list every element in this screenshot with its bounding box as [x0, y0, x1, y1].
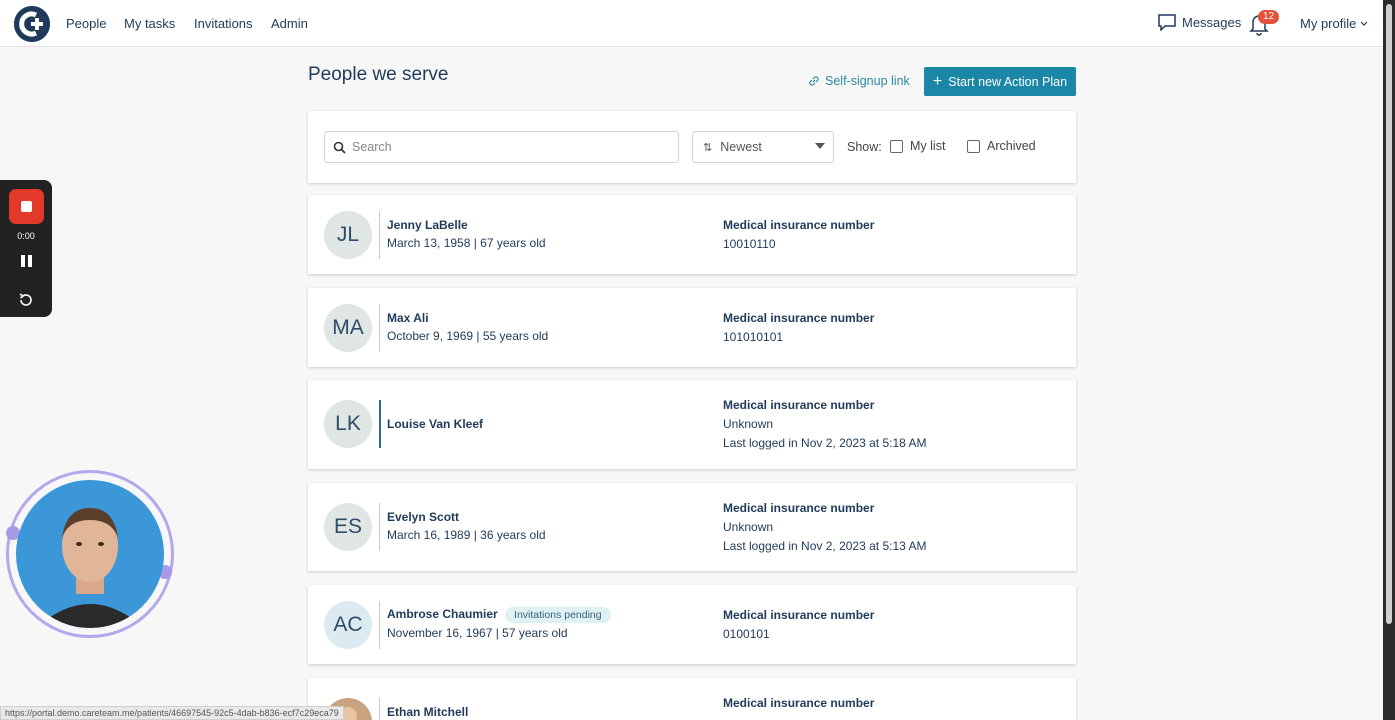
- filter-bar: ⇅ Newest Show: My list Archived: [308, 111, 1076, 183]
- patient-card[interactable]: ES Evelyn Scott March 16, 1989 | 36 year…: [308, 483, 1076, 571]
- patient-card[interactable]: JL Jenny LaBelle March 13, 1958 | 67 yea…: [308, 195, 1076, 274]
- archived-checkbox[interactable]: Archived: [967, 139, 1036, 153]
- my-list-label: My list: [910, 139, 946, 153]
- caret-down-icon: [815, 143, 825, 149]
- start-action-plan-label: Start new Action Plan: [948, 74, 1068, 89]
- recording-timer: 0:00: [17, 231, 35, 241]
- patient-name[interactable]: Jenny LaBelle: [387, 218, 468, 232]
- notification-badge: 12: [1258, 10, 1280, 24]
- insurance-label: Medical insurance number: [723, 501, 875, 515]
- patient-dob: March 13, 1958 | 67 years old: [387, 236, 546, 250]
- link-icon: [809, 76, 819, 86]
- patient-name[interactable]: Max Ali: [387, 311, 429, 325]
- stop-recording-button[interactable]: [9, 189, 44, 224]
- webcam-video[interactable]: [16, 480, 164, 628]
- scrollbar-thumb[interactable]: [1386, 4, 1392, 624]
- patient-dob: October 9, 1969 | 55 years old: [387, 329, 549, 343]
- insurance-value: 10010110: [723, 237, 776, 251]
- nav-my-tasks[interactable]: My tasks: [124, 16, 175, 31]
- patient-dob: November 16, 1967 | 57 years old: [387, 626, 568, 640]
- profile-label: My profile: [1300, 16, 1357, 31]
- divider: [379, 211, 380, 259]
- patient-card[interactable]: MA Max Ali October 9, 1969 | 55 years ol…: [308, 288, 1076, 367]
- checkbox-box[interactable]: [890, 139, 903, 153]
- insurance-value: Unknown: [723, 417, 774, 431]
- search-box[interactable]: [324, 131, 679, 163]
- insurance-label: Medical insurance number: [723, 398, 875, 412]
- pause-icon[interactable]: [21, 255, 32, 267]
- chat-bubble-icon: [1158, 14, 1176, 31]
- screen-recorder-widget: 0:00: [0, 180, 52, 317]
- restart-icon[interactable]: [18, 292, 34, 308]
- self-signup-link[interactable]: Self-signup link: [808, 74, 910, 88]
- avatar: JL: [324, 211, 372, 259]
- nav-people[interactable]: People: [66, 16, 106, 31]
- plus-icon: +: [932, 72, 943, 90]
- last-login: Last logged in Nov 2, 2023 at 5:13 AM: [723, 539, 927, 553]
- divider: [379, 503, 380, 551]
- divider: [379, 304, 380, 352]
- insurance-label: Medical insurance number: [723, 311, 875, 325]
- browser-status-url: https://portal.demo.careteam.me/patients…: [0, 706, 344, 720]
- insurance-label: Medical insurance number: [723, 608, 875, 622]
- patient-name[interactable]: Ethan Mitchell: [387, 705, 468, 719]
- nav-invitations[interactable]: Invitations: [194, 16, 253, 31]
- avatar: MA: [324, 304, 372, 352]
- patient-dob: March 16, 1989 | 36 years old: [387, 528, 546, 542]
- search-input[interactable]: [352, 140, 652, 154]
- divider: [379, 698, 380, 720]
- avatar: LK: [324, 400, 372, 448]
- sort-dropdown[interactable]: ⇅ Newest: [692, 131, 834, 163]
- archived-label: Archived: [987, 139, 1036, 153]
- start-action-plan-button[interactable]: + Start new Action Plan: [924, 67, 1076, 96]
- patient-card[interactable]: LK Louise Van Kleef Medical insurance nu…: [308, 380, 1076, 469]
- insurance-value: 0100101: [723, 627, 770, 641]
- page-title: People we serve: [308, 64, 449, 85]
- show-label: Show:: [847, 140, 882, 154]
- sort-value: Newest: [720, 140, 762, 154]
- patient-name[interactable]: Evelyn Scott: [387, 510, 459, 524]
- chevron-down-icon: [1360, 21, 1368, 26]
- nav-admin[interactable]: Admin: [271, 16, 308, 31]
- divider: [379, 601, 380, 649]
- careteam-logo-icon[interactable]: [14, 6, 50, 42]
- insurance-label: Medical insurance number: [723, 218, 875, 232]
- insurance-value: Unknown: [723, 520, 774, 534]
- last-login: Last logged in Nov 2, 2023 at 5:18 AM: [723, 436, 927, 450]
- patient-name-text: Ambrose Chaumier: [387, 607, 498, 621]
- avatar: ES: [324, 503, 372, 551]
- avatar: AC: [324, 601, 372, 649]
- my-list-checkbox[interactable]: My list: [890, 139, 945, 153]
- checkbox-box[interactable]: [967, 139, 980, 153]
- top-navbar: People My tasks Invitations Admin Messag…: [0, 0, 1383, 47]
- patient-name[interactable]: Louise Van Kleef: [387, 417, 483, 431]
- divider: [379, 400, 381, 448]
- patient-card[interactable]: AC Ambrose Chaumier Invitations pending …: [308, 585, 1076, 664]
- invitations-pending-badge: Invitations pending: [505, 607, 611, 623]
- patient-card[interactable]: Ethan Mitchell Medical insurance number: [308, 678, 1076, 720]
- profile-menu[interactable]: My profile: [1300, 16, 1368, 31]
- sort-arrows-icon: ⇅: [703, 141, 713, 154]
- self-signup-label: Self-signup link: [825, 74, 910, 88]
- search-icon: [333, 141, 346, 154]
- messages-label: Messages: [1182, 14, 1242, 30]
- patient-name[interactable]: Ambrose Chaumier Invitations pending: [387, 607, 611, 623]
- insurance-value: 101010101: [723, 330, 784, 344]
- messages-button[interactable]: Messages: [1157, 13, 1241, 31]
- insurance-label: Medical insurance number: [723, 696, 875, 710]
